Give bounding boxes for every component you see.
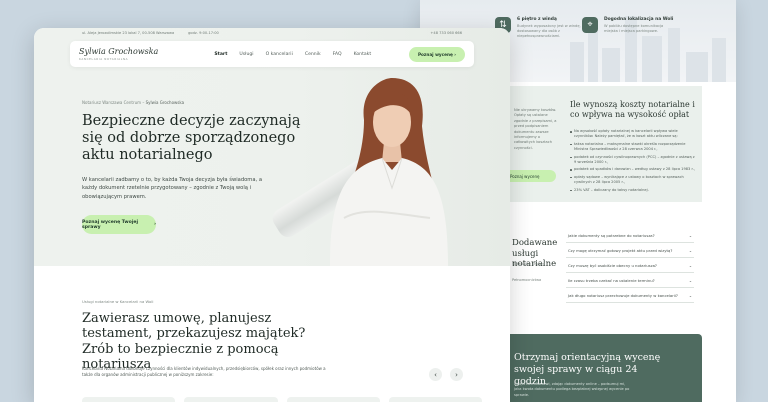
hero-section: ul. Aleja Jerozolimskie 23 lokal 7, 00-5… <box>34 28 510 266</box>
services-description: Kancelaria Notarialna dokonuje czynności… <box>82 366 326 378</box>
chevron-left-icon: ‹ <box>434 370 437 379</box>
services-title: Zawierasz umowę, planujesz testament, pr… <box>82 311 306 372</box>
list-item: Na wysokość opłaty notarialnej w kancela… <box>570 129 698 140</box>
address-text: ul. Aleja Jerozolimskie 23 lokal 7, 00-5… <box>82 31 175 35</box>
hero-quote-button[interactable]: Poznaj wycenę Twojej sprawy › <box>82 215 156 234</box>
service-card[interactable] <box>286 397 380 402</box>
logo[interactable]: Sylwia Grochowska KANCELARIA NOTARIALNA <box>79 47 158 61</box>
carousel-next-button[interactable]: › <box>450 368 463 381</box>
faq-item[interactable]: Jak długo notariusz przechowuje dokument… <box>566 288 694 303</box>
faq-item[interactable]: Czy mogę otrzymać gotowy projekt aktu pr… <box>566 243 694 258</box>
faq-item[interactable]: Czy muszę być osobiście obecny u notariu… <box>566 258 694 273</box>
chevron-right-icon: › <box>455 370 458 379</box>
breadcrumb: Notariusz Warszawa Centrum – Sylwia Groc… <box>82 100 185 105</box>
chevron-down-icon: ⌄ <box>688 247 692 253</box>
nav-item-cennik[interactable]: Cennik <box>305 52 321 57</box>
feature-location: ⌖ Dogodna lokalizacja na Woli W pobliżu … <box>582 17 674 34</box>
hero-description: W kancelarii zadbamy o to, by każda Twoj… <box>82 177 262 200</box>
services-eyebrow: Usługi notarialne w Kancelarii na Woli <box>82 299 154 304</box>
chevron-right-icon: › <box>454 51 457 57</box>
chevron-down-icon: ⌄ <box>688 262 692 268</box>
breadcrumb-root[interactable]: Notariusz Warszawa Centrum <box>82 100 141 105</box>
chevron-right-icon: › <box>154 222 156 227</box>
list-item: opłaty sądowe – wynikające z ustawy o ko… <box>570 175 698 186</box>
costs-title: Ile wynoszą koszty notarialne i co wpływ… <box>570 100 695 119</box>
nav-menu: Start Usługi O kancelarii Cennik FAQ Kon… <box>214 52 371 57</box>
faq-item[interactable]: Jakie dokumenty są potrzebne do notarius… <box>566 228 694 243</box>
top-info-bar: ul. Aleja Jerozolimskie 23 lokal 7, 00-5… <box>34 28 510 38</box>
list-item: podatek od czynności cywilnoprawnych (PC… <box>570 155 698 166</box>
nav-item-o-kancelarii[interactable]: O kancelarii <box>266 52 293 57</box>
quote-cta-section: Otrzymaj orientacyjną wycenę swojej spra… <box>506 334 702 402</box>
service-card[interactable] <box>82 397 176 402</box>
breadcrumb-current: Sylwia Grochowska <box>145 100 185 105</box>
main-navigation: Sylwia Grochowska KANCELARIA NOTARIALNA … <box>70 41 474 67</box>
location-pin-icon: ⌖ <box>582 17 598 33</box>
costs-left-text: Nie ukrywamy kosztów. Opłaty są ustalane… <box>514 108 557 150</box>
list-item: podatek od spadków i darowizn – według u… <box>570 167 698 172</box>
service-cards <box>82 397 482 402</box>
phone-link[interactable]: +48 733 060 666 <box>430 31 462 35</box>
costs-list: Na wysokość opłaty notarialnej w kancela… <box>570 129 698 195</box>
cta-text: Dzięki formularzowi, zdając dokumenty on… <box>514 382 630 397</box>
list-item: 23% VAT – doliczany do taksy notarialnej… <box>570 188 698 193</box>
chevron-down-icon: ⌄ <box>688 232 692 238</box>
chevron-down-icon: ⌄ <box>688 292 692 298</box>
chevron-down-icon: ⌄ <box>688 277 692 283</box>
nav-item-kontakt[interactable]: Kontakt <box>354 52 372 57</box>
page-title: Bezpieczne decyzje zaczynają się od dobr… <box>82 113 301 164</box>
nav-item-start[interactable]: Start <box>214 52 227 57</box>
service-card[interactable] <box>388 397 482 402</box>
carousel-prev-button[interactable]: ‹ <box>429 368 442 381</box>
nav-item-uslugi[interactable]: Usługi <box>239 52 253 57</box>
hours-text: godz. 9:00-17:00 <box>188 31 219 35</box>
faq-item[interactable]: Ile czasu trzeba czekać na ustalenie ter… <box>566 273 694 288</box>
nav-item-faq[interactable]: FAQ <box>333 52 342 57</box>
notary-portrait-image <box>330 78 448 266</box>
faq-list: Jakie dokumenty są potrzebne do notarius… <box>566 228 694 303</box>
front-page-preview: ul. Aleja Jerozolimskie 23 lokal 7, 00-5… <box>34 28 510 402</box>
service-card[interactable] <box>184 397 278 402</box>
nav-quote-button[interactable]: Poznaj wycenę › <box>409 46 465 62</box>
list-item: taksa notarialna – maksymalne stawki okr… <box>570 142 698 153</box>
